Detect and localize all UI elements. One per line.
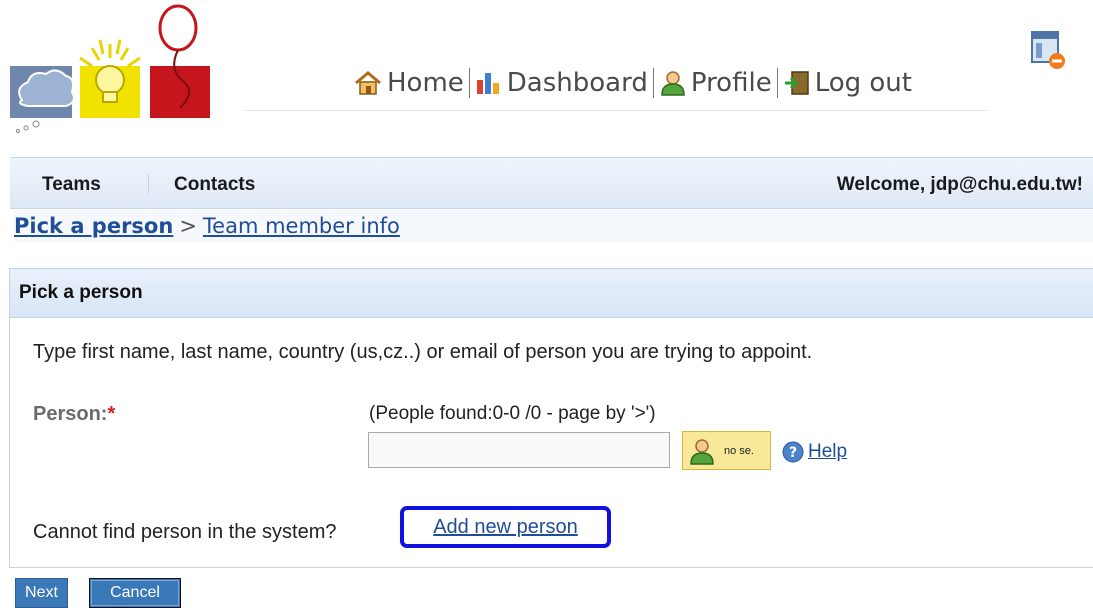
cloud-logo-icon (10, 66, 75, 133)
panel-title: Pick a person (10, 269, 1093, 318)
dashboard-icon (476, 73, 499, 94)
menu-contacts[interactable]: Contacts (174, 174, 255, 196)
nav-profile-label: Profile (690, 68, 772, 98)
person-label-text: Person: (33, 403, 108, 425)
nav-home-label: Home (387, 68, 464, 98)
breadcrumb-team-member-info[interactable]: Team member info (203, 214, 400, 238)
nav-logout-link[interactable]: Log out (783, 68, 912, 98)
person-search-icon (690, 438, 714, 465)
welcome-message: Welcome, jdp@chu.edu.tw! (836, 174, 1083, 195)
breadcrumb-separator: > (179, 214, 197, 238)
breadcrumb: Pick a person > Team member info (14, 210, 1093, 242)
menu-teams[interactable]: Teams (42, 174, 101, 196)
top-navigation: Home Dashboard Profile Log out (245, 62, 987, 111)
lightbulb-logo-icon (79, 39, 141, 118)
person-search-input[interactable] (368, 432, 670, 468)
help-link[interactable]: ? Help (782, 441, 847, 463)
next-button[interactable]: Next (15, 578, 68, 608)
help-label[interactable]: Help (808, 441, 847, 463)
nav-logout-label: Log out (814, 68, 912, 98)
person-field-label: Person:* (33, 403, 115, 426)
nav-divider (652, 68, 654, 98)
main-menubar: Teams Contacts Welcome, jdp@chu.edu.tw! (10, 157, 1093, 209)
balloon-logo-icon (150, 4, 210, 118)
logout-icon (784, 71, 809, 95)
add-new-person-label: Add new person (433, 515, 578, 538)
required-marker: * (107, 403, 116, 425)
breadcrumb-pick-person[interactable]: Pick a person (14, 214, 173, 238)
cannot-find-text: Cannot find person in the system? (33, 521, 337, 543)
nav-dashboard-link[interactable]: Dashboard (475, 68, 648, 98)
add-new-person-link[interactable]: Add new person (400, 506, 611, 548)
menu-divider (148, 174, 149, 194)
nav-home-link[interactable]: Home (353, 68, 464, 98)
cancel-button[interactable]: Cancel (89, 578, 181, 608)
nav-profile-link[interactable]: Profile (659, 68, 772, 98)
profile-icon (661, 71, 685, 96)
nav-divider (776, 68, 778, 98)
people-found-info: (People found:0-0 /0 - page by '>') (369, 403, 656, 424)
home-icon (355, 71, 381, 95)
svg-text:?: ? (789, 445, 797, 461)
nav-dashboard-label: Dashboard (506, 68, 648, 98)
site-logo (10, 4, 210, 133)
window-remove-icon[interactable] (1030, 30, 1066, 70)
nav-divider (468, 68, 470, 98)
person-search-button[interactable]: no se. (682, 431, 771, 470)
pick-person-panel: Pick a person Type first name, last name… (9, 268, 1093, 568)
instructions-text: Type first name, last name, country (us,… (33, 341, 813, 363)
help-icon: ? (782, 441, 804, 463)
search-button-label: no se. (724, 444, 754, 457)
